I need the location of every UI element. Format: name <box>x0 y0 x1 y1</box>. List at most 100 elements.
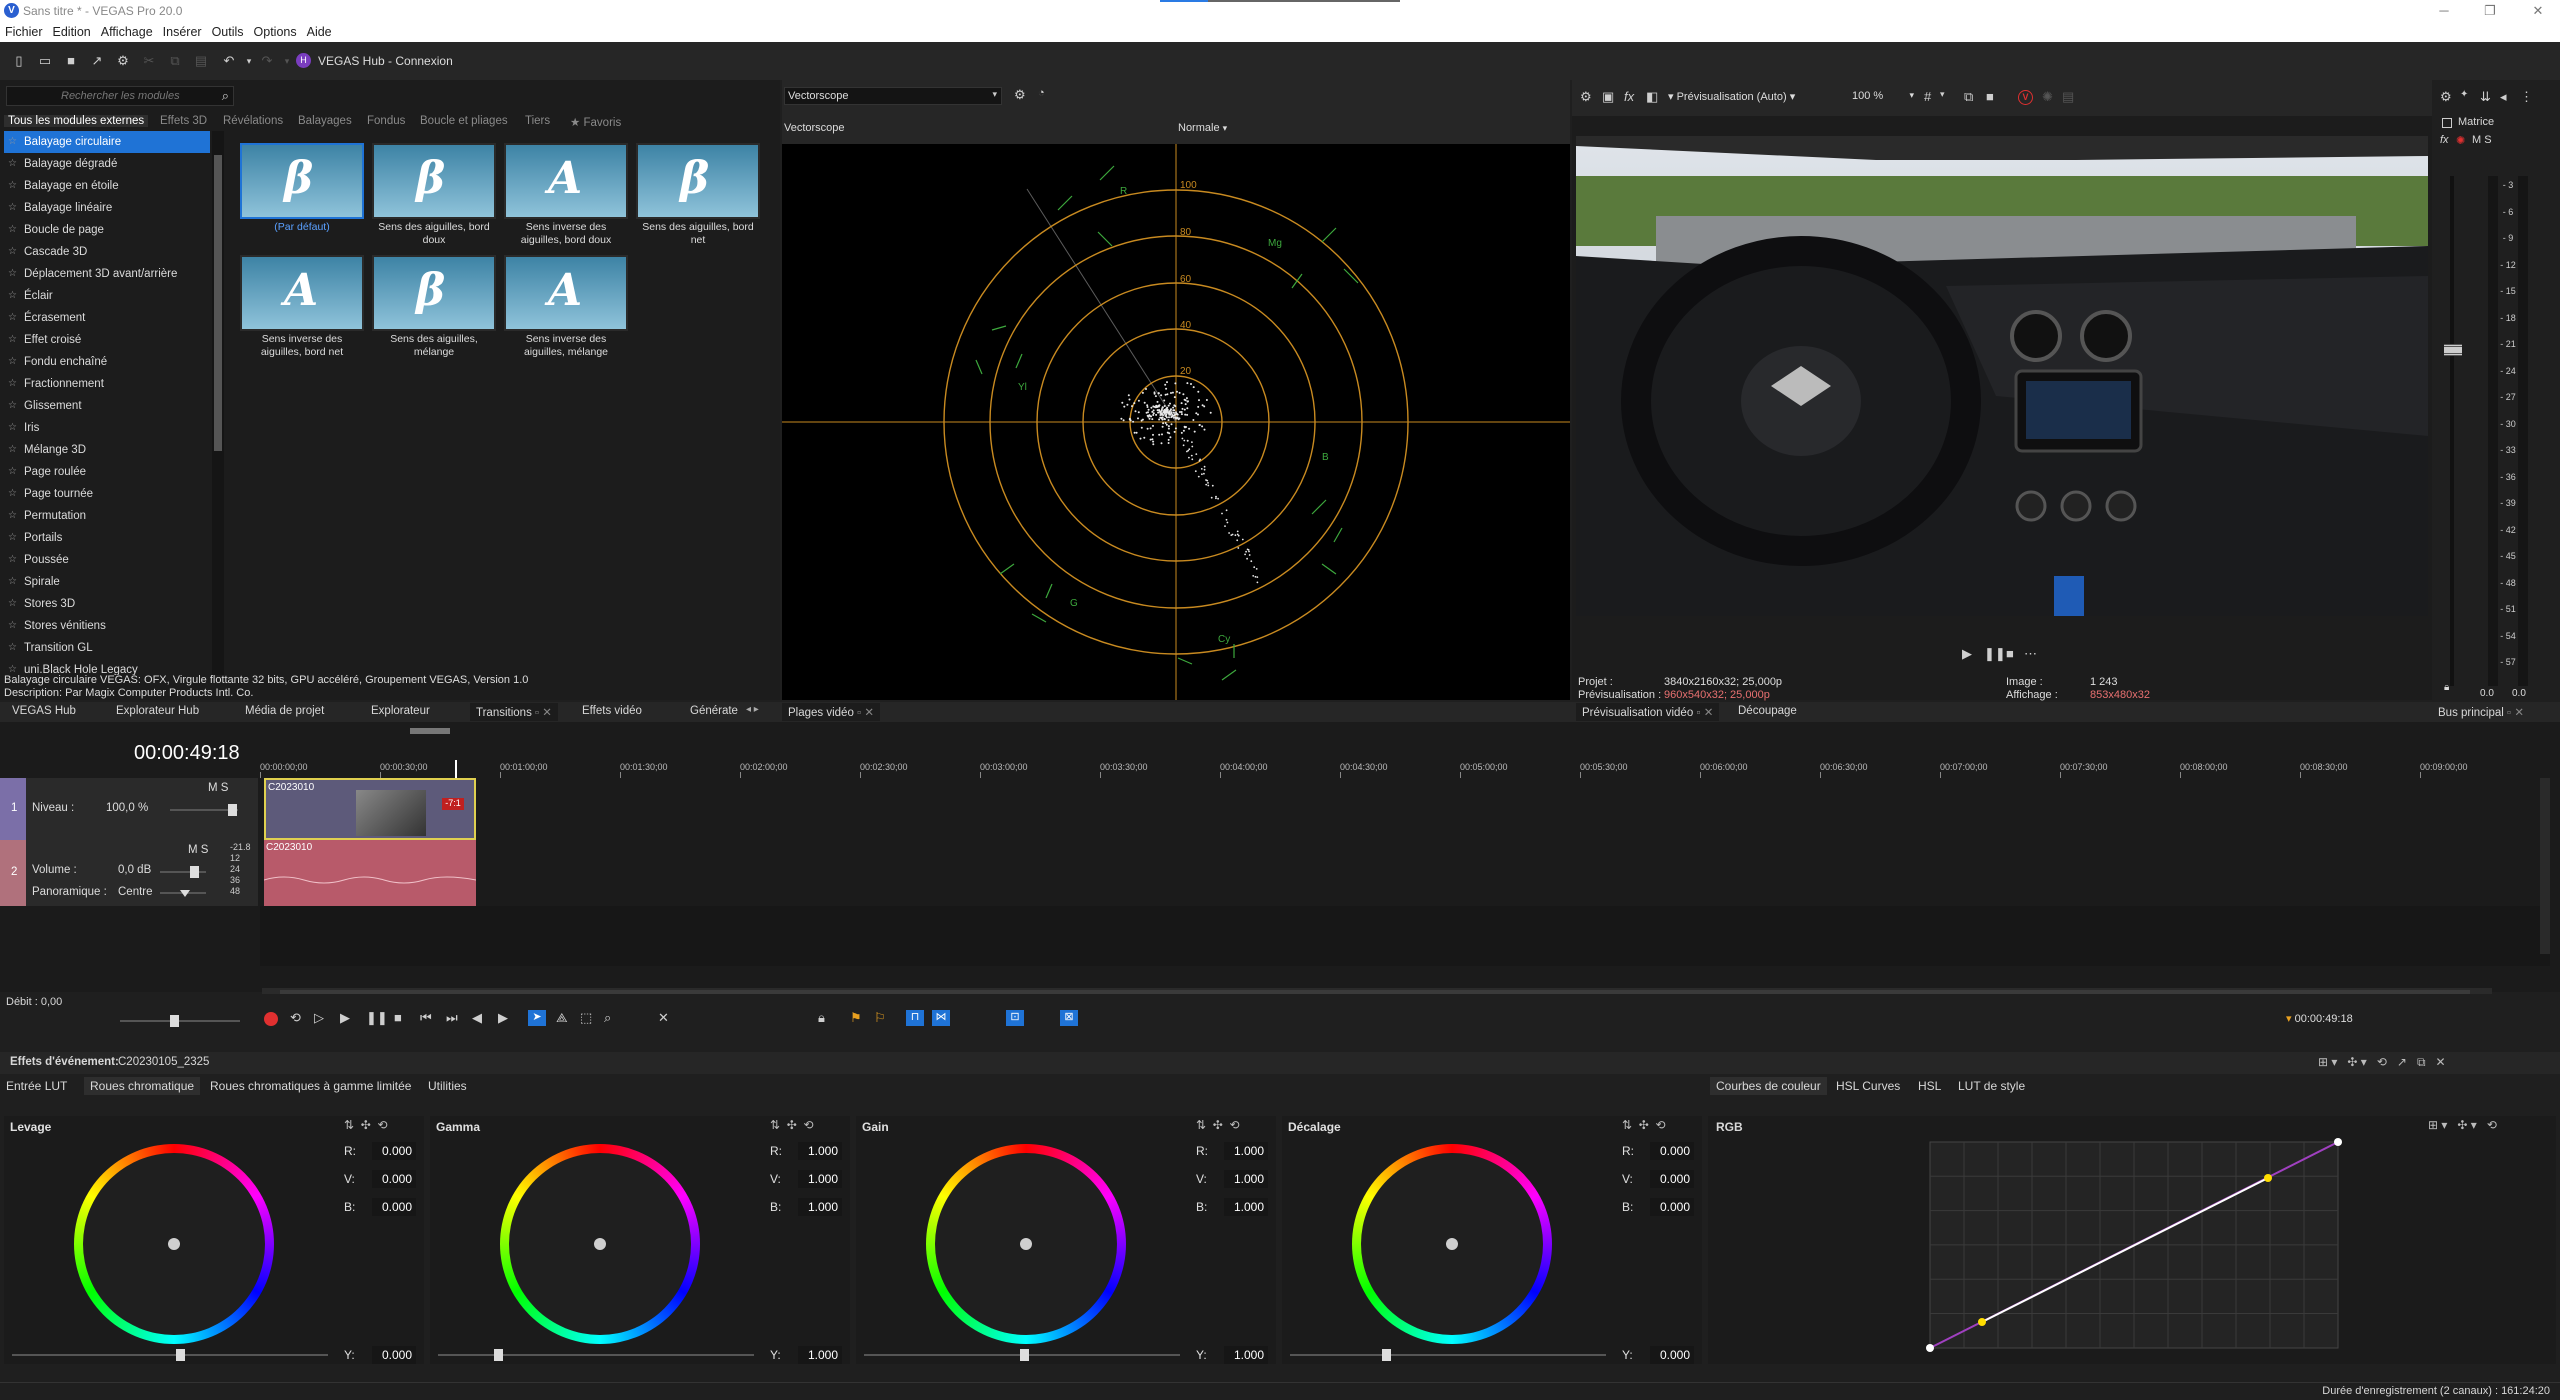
preset-thumbnail[interactable]: β Sens des aiguilles, bord net <box>636 143 760 247</box>
stop-icon[interactable]: ■ <box>394 1010 402 1025</box>
menu-aide[interactable]: Aide <box>302 22 337 39</box>
bus-settings-gear-icon[interactable]: ⚙ <box>2440 89 2452 105</box>
y-value-input[interactable]: 1.000 <box>1224 1346 1268 1364</box>
r-value-input[interactable]: 0.000 <box>1650 1142 1694 1160</box>
tab-color-curves[interactable]: Courbes de couleur <box>1710 1077 1827 1095</box>
zoom-tool-icon[interactable]: ⌕ <box>604 1010 611 1026</box>
transition-list-item[interactable]: Mélange 3D <box>4 439 210 461</box>
v-value-input[interactable]: 0.000 <box>372 1170 416 1188</box>
wheel-tool-icons[interactable]: ⇅ ✣ ⟲ <box>1196 1118 1240 1132</box>
tab-hub-explorer[interactable]: Explorateur Hub <box>116 705 199 717</box>
luma-slider[interactable] <box>12 1349 328 1361</box>
luma-slider[interactable] <box>864 1349 1180 1361</box>
master-fx-chain-icon[interactable]: ✺ <box>2456 134 2465 147</box>
transition-list-item[interactable]: Boucle de page <box>4 219 210 241</box>
dim-icon[interactable]: ◂ <box>2500 89 2507 105</box>
preview-settings-gear-icon[interactable]: ⚙ <box>1580 89 1592 105</box>
copy-icon[interactable]: ⧉ <box>166 52 184 70</box>
preset-thumbnail[interactable]: β Sens des aiguilles, mélange <box>372 255 496 359</box>
tab-favoris[interactable]: ★ Favoris <box>570 115 621 129</box>
lock-icon[interactable]: 🔒︎ <box>2444 682 2449 693</box>
cut-icon[interactable]: ✂ <box>140 52 158 70</box>
save-icon[interactable]: ■ <box>62 52 80 70</box>
color-wheel[interactable] <box>500 1144 700 1344</box>
color-wheel[interactable] <box>74 1144 274 1344</box>
pan-slider[interactable] <box>160 890 206 897</box>
menu-inserer[interactable]: Insérer <box>158 22 207 39</box>
transition-list-item[interactable]: Fondu enchaîné <box>4 351 210 373</box>
preset-thumbnail[interactable]: A Sens inverse des aiguilles, bord doux <box>504 143 628 247</box>
tab-video-scopes[interactable]: Plages vidéo ▫ ✕ <box>782 703 880 721</box>
tab-style-lut[interactable]: LUT de style <box>1958 1079 2025 1093</box>
transition-list-item[interactable]: Cascade 3D <box>4 241 210 263</box>
search-icon[interactable]: ⌕ <box>222 88 229 104</box>
tab-balayages[interactable]: Balayages <box>298 115 352 127</box>
preview-quality-select[interactable]: ▾ Prévisualisation (Auto) ▾ <box>1668 90 1795 103</box>
luma-slider[interactable] <box>438 1349 754 1361</box>
scope-settings-gear-icon[interactable]: ⚙ <box>1014 87 1026 103</box>
bus-more-icon[interactable]: ⋮ <box>2520 89 2533 105</box>
luma-slider[interactable] <box>1290 1349 1606 1361</box>
curve-tool-icons[interactable]: ⊞ ▾ ✣ ▾ ⟲ <box>2428 1118 2497 1132</box>
tab-trimmer[interactable]: Découpage <box>1738 705 1797 717</box>
normal-edit-tool-icon[interactable]: ➤ <box>528 1010 546 1026</box>
tab-transitions[interactable]: Transitions ▫ ✕ <box>470 703 558 721</box>
render-icon[interactable]: ↗ <box>88 52 106 70</box>
audio-track-header[interactable]: 2 M S Volume : 0,0 dB Panoramique : Cent… <box>0 840 258 906</box>
copy-frame-icon[interactable]: ⧉ <box>1964 89 1973 105</box>
preset-thumbnail[interactable]: β Sens des aiguilles, bord doux <box>372 143 496 247</box>
r-value-input[interactable]: 0.000 <box>372 1142 416 1160</box>
preset-thumbnail[interactable]: A Sens inverse des aiguilles, mélange <box>504 255 628 359</box>
tab-effets-3d[interactable]: Effets 3D <box>160 115 207 127</box>
color-wheel[interactable] <box>1352 1144 1552 1344</box>
b-value-input[interactable]: 0.000 <box>372 1198 416 1216</box>
fx-chain-icons[interactable]: ⊞ ▾ ✣ ▾ ⟲ ↗ ⧉ ✕ <box>2318 1055 2446 1070</box>
tab-generators[interactable]: Générate <box>690 705 738 717</box>
tab-fondus[interactable]: Fondus <box>367 115 405 127</box>
transition-list-item[interactable]: Balayage linéaire <box>4 197 210 219</box>
transition-list-item[interactable]: Balayage en étoile <box>4 175 210 197</box>
stop-icon[interactable]: ■ <box>2006 646 2014 661</box>
lock-envelopes-icon[interactable]: ⊡ <box>1006 1010 1024 1026</box>
wheel-center-handle[interactable] <box>168 1238 180 1250</box>
empty-track-area[interactable] <box>260 906 2550 966</box>
y-value-input[interactable]: 1.000 <box>798 1346 842 1364</box>
y-value-input[interactable]: 0.000 <box>372 1346 416 1364</box>
new-file-icon[interactable]: ▯ <box>10 52 28 70</box>
v-value-input[interactable]: 1.000 <box>1224 1170 1268 1188</box>
redo-dropdown-icon[interactable]: ▾ <box>278 52 296 70</box>
go-to-end-icon[interactable]: ⏭ <box>446 1010 458 1026</box>
tab-color-wheels[interactable]: Roues chromatique <box>84 1077 201 1095</box>
loop-icon[interactable]: ⟲ <box>290 1010 301 1026</box>
b-value-input[interactable]: 0.000 <box>1650 1198 1694 1216</box>
menu-edition[interactable]: Edition <box>48 22 96 39</box>
tab-vegas-hub[interactable]: VEGAS Hub <box>12 705 76 717</box>
transition-list-item[interactable]: Poussée <box>4 549 210 571</box>
master-fx-icon[interactable]: fx <box>2440 134 2449 146</box>
master-fader-track[interactable] <box>2450 176 2454 686</box>
rgb-curve-graph[interactable] <box>1918 1136 2348 1356</box>
tab-all-modules[interactable]: Tous les modules externes <box>4 115 149 127</box>
r-value-input[interactable]: 1.000 <box>798 1142 842 1160</box>
master-mute-solo[interactable]: M S <box>2472 134 2492 146</box>
video-event-clip[interactable]: C2023010 -7:1 <box>264 778 476 840</box>
color-wheel[interactable] <box>926 1144 1126 1344</box>
tab-limited-wheels[interactable]: Roues chromatiques à gamme limitée <box>210 1079 411 1093</box>
master-fader-handle[interactable] <box>2444 344 2462 356</box>
matrix-checkbox[interactable] <box>2442 118 2452 128</box>
save-snapshot-icon[interactable]: ■ <box>1986 89 1994 104</box>
paste-icon[interactable]: ▤ <box>192 52 210 70</box>
vegas-hub-link[interactable]: VEGAS Hub - Connexion <box>318 54 453 68</box>
transition-list-item[interactable]: Permutation <box>4 505 210 527</box>
transition-list-item[interactable]: Page roulée <box>4 461 210 483</box>
menu-fichier[interactable]: Fichier <box>0 22 48 39</box>
b-value-input[interactable]: 1.000 <box>1224 1198 1268 1216</box>
external-monitor-icon[interactable]: ▣ <box>1602 89 1614 105</box>
vegas-v-icon[interactable]: V <box>2018 90 2033 105</box>
volume-slider[interactable] <box>160 866 206 878</box>
auto-ripple-icon[interactable]: ⊓ <box>906 1010 924 1026</box>
menu-affichage[interactable]: Affichage <box>96 22 158 39</box>
envelope-tool-icon[interactable]: ⟁ <box>556 1010 568 1026</box>
bus-fx-icon[interactable]: ✦ <box>2460 89 2468 100</box>
vertical-scrollbar[interactable] <box>2540 778 2550 954</box>
